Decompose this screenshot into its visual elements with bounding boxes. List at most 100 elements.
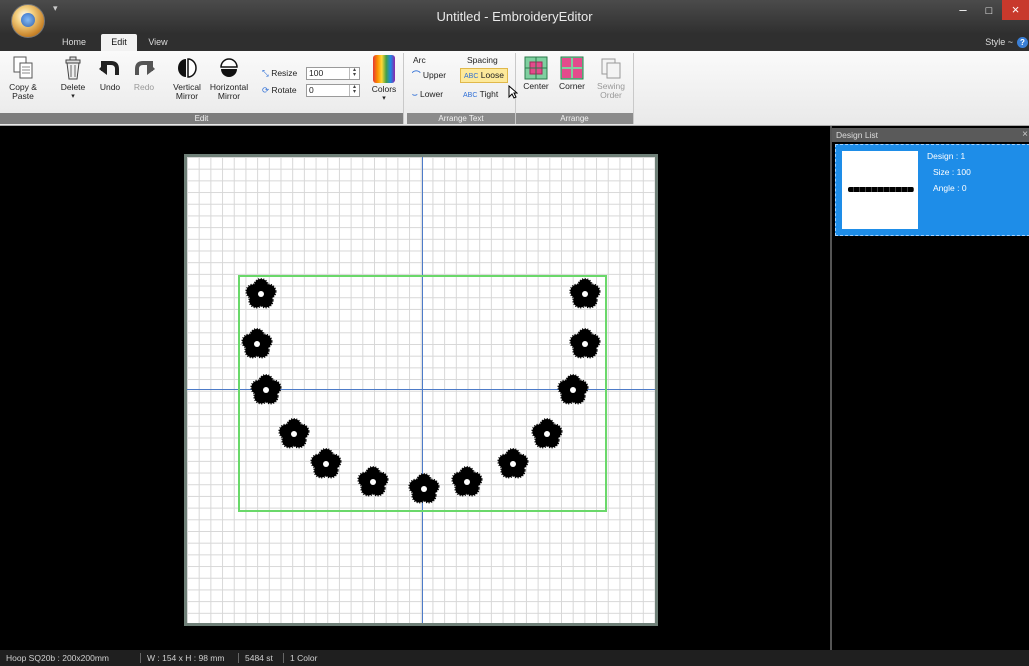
delete-button[interactable]: Delete ▾ [56, 55, 90, 101]
copy-paste-icon [13, 56, 33, 79]
spacing-loose-label: Loose [480, 70, 504, 80]
flower-motif [250, 374, 282, 405]
help-icon[interactable]: ? [1017, 37, 1028, 48]
status-hoop: Hoop SQ20b : 200x200mm [6, 653, 110, 663]
flower-motif [451, 466, 483, 497]
style-menu[interactable]: Style ~ [985, 34, 1013, 51]
spacing-tight-label: Tight [479, 89, 499, 99]
horizontal-mirror-button[interactable]: Horizontal Mirror [206, 55, 252, 101]
corner-label: Corner [559, 81, 585, 91]
flower-motif [569, 278, 601, 309]
flower-motif [241, 328, 273, 359]
resize-input[interactable]: 100 ▴ ▾ [306, 67, 360, 80]
design-number: Design : 1 [927, 151, 966, 161]
edit-group: Copy & Paste Delete ▾ Undo Redo Vertical… [0, 53, 404, 124]
spacing-loose-button[interactable]: ABC Loose [460, 68, 508, 83]
delete-dropdown-icon: ▾ [71, 93, 75, 100]
design-canvas-area[interactable] [0, 126, 829, 650]
copy-paste-label: Copy & Paste [9, 82, 37, 101]
arc-lower-label: Lower [419, 89, 444, 99]
design-thumbnail-preview [848, 187, 914, 192]
resize-icon: ⤡ [262, 68, 269, 78]
status-dimensions: W : 154 x H : 98 mm [147, 653, 225, 663]
design-angle: Angle : 0 [933, 183, 967, 193]
vertical-mirror-label: Vertical Mirror [173, 82, 201, 101]
corner-button[interactable]: Corner [556, 56, 588, 91]
maximize-button[interactable]: □ [976, 2, 1002, 20]
arrange-group-label: Arrange [516, 113, 633, 124]
center-icon [524, 56, 548, 80]
arc-upper-icon: ⌒ [412, 70, 421, 80]
corner-icon [560, 56, 584, 80]
rotate-row: ⟳ Rotate [262, 84, 297, 96]
design-thumbnail [842, 151, 918, 229]
spacing-tight-icon: ABC [463, 92, 478, 99]
design-list-close-icon[interactable]: × [1022, 128, 1028, 142]
rotate-spinner-icon[interactable]: ▴ ▾ [349, 84, 359, 96]
colors-dropdown-icon: ▾ [382, 95, 386, 102]
center-label: Center [523, 81, 549, 91]
copy-paste-button[interactable]: Copy & Paste [8, 55, 38, 101]
spacing-label: Spacing [467, 55, 498, 65]
status-bar: Hoop SQ20b : 200x200mm W : 154 x H : 98 … [0, 650, 1029, 666]
rotate-value: 0 [309, 85, 314, 95]
arrange-text-group: Arc ⌒ Upper ⌣ Lower Spacing ABC Loose AB… [407, 53, 518, 124]
spacing-loose-icon: ABC [464, 73, 479, 80]
flower-motif [569, 328, 601, 359]
vertical-mirror-icon [178, 58, 197, 78]
colors-label: Colors [371, 84, 397, 94]
status-colors: 1 Color [290, 653, 318, 663]
arc-upper-button[interactable]: ⌒ Upper [412, 69, 446, 81]
arrange-text-group-label: Arrange Text [407, 113, 515, 124]
arc-label: Arc [413, 55, 426, 65]
redo-label: Redo [133, 82, 155, 92]
application-window: ▾ Untitled - EmbroideryEditor – □ × Home… [0, 0, 1029, 666]
embroidery-hoop-grid[interactable] [184, 154, 658, 626]
redo-icon [135, 61, 155, 75]
ribbon-tab-row: Home Edit View Style ~ ? [0, 34, 1029, 51]
design-list-header: Design List × [832, 128, 1029, 142]
arc-lower-button[interactable]: ⌣ Lower [412, 88, 443, 100]
redo-button[interactable]: Redo [132, 55, 156, 92]
horizontal-mirror-icon [220, 58, 238, 77]
flower-motif [531, 418, 563, 449]
arc-lower-icon: ⌣ [412, 89, 418, 99]
design-list-item[interactable]: Design : 1 Size : 100 Angle : 0 [835, 144, 1029, 236]
rotate-icon: ⟳ [262, 85, 270, 95]
tab-edit[interactable]: Edit [101, 34, 137, 51]
tab-view[interactable]: View [142, 34, 174, 51]
close-button[interactable]: × [1002, 0, 1029, 20]
flower-motif [357, 466, 389, 497]
vertical-mirror-button[interactable]: Vertical Mirror [170, 55, 204, 101]
arc-upper-label: Upper [422, 70, 447, 80]
flower-motif [497, 448, 529, 479]
status-separator [140, 653, 141, 663]
window-title: Untitled - EmbroideryEditor [436, 9, 593, 24]
status-stitches: 5484 st [245, 653, 273, 663]
flower-motif [278, 418, 310, 449]
status-separator [238, 653, 239, 663]
undo-icon [99, 61, 119, 75]
resize-spinner-icon[interactable]: ▴ ▾ [349, 67, 359, 79]
design-list-panel: Design List × Design : 1 Size : 100 Angl… [830, 126, 1029, 650]
flower-motif [408, 473, 440, 504]
resize-row: ⤡ Resize [262, 67, 297, 79]
rotate-input[interactable]: 0 ▴ ▾ [306, 84, 360, 97]
undo-button[interactable]: Undo [98, 55, 122, 92]
status-separator [283, 653, 284, 663]
delete-label: Delete [60, 82, 86, 92]
design-size: Size : 100 [933, 167, 971, 177]
minimize-button[interactable]: – [950, 2, 976, 20]
tab-home[interactable]: Home [54, 34, 94, 51]
app-menu-button[interactable] [11, 4, 45, 38]
trash-icon [65, 56, 81, 80]
colors-button[interactable]: Colors ▾ [368, 55, 400, 103]
spacing-tight-button[interactable]: ABC Tight [463, 88, 498, 102]
sewing-order-button[interactable]: Sewing Order [594, 56, 628, 100]
ribbon: Copy & Paste Delete ▾ Undo Redo Vertical… [0, 51, 1029, 126]
center-button[interactable]: Center [521, 56, 551, 91]
arrange-group: Center Corner Sewing Order Arrange [516, 53, 634, 124]
resize-label: Resize [271, 68, 298, 78]
flower-motif [310, 448, 342, 479]
edit-group-label: Edit [0, 113, 403, 124]
